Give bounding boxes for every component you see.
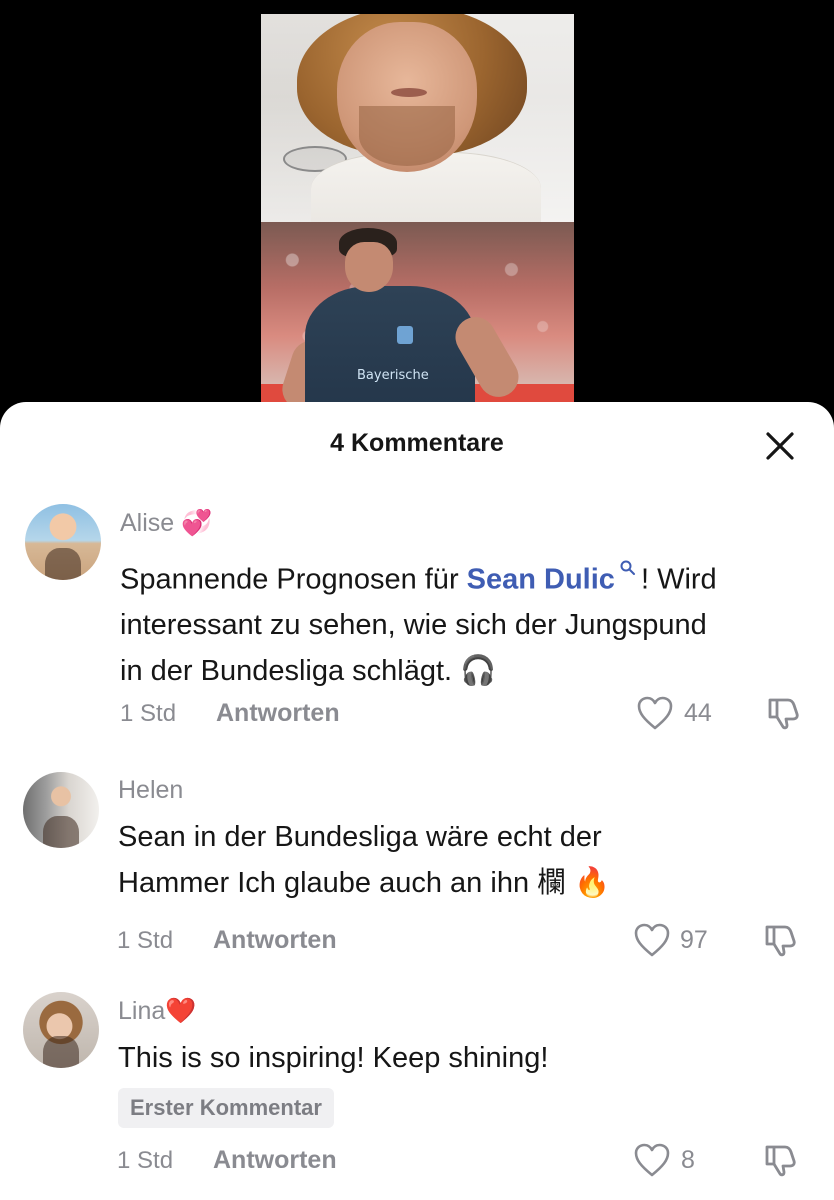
close-button[interactable]	[760, 426, 800, 466]
like-button[interactable]	[636, 695, 674, 731]
comment-username[interactable]: Alise 💞	[120, 508, 212, 538]
comment-text: This is so inspiring! Keep shining!	[118, 1036, 548, 1081]
comment-text-part: Sean in der Bundesliga wäre echt der	[118, 821, 602, 853]
dislike-button[interactable]	[764, 694, 802, 732]
avatar-figure	[43, 816, 79, 848]
player-photo-frame: Bayerische	[261, 222, 574, 412]
comment-text-part: This is so inspiring! Keep shining!	[118, 1042, 549, 1074]
comment-time: 1 Std	[117, 1147, 174, 1174]
video-area[interactable]: Bayerische	[0, 0, 834, 420]
heart-emoji: 💞	[181, 508, 213, 537]
heart-icon	[634, 1143, 670, 1177]
dislike-button[interactable]	[761, 921, 799, 959]
thumbs-down-icon	[765, 925, 796, 957]
comment-text-part: Hammer Ich glaube auch an ihn 欄	[118, 867, 567, 899]
like-count: 97	[680, 926, 708, 954]
thumbs-down-icon	[768, 698, 799, 730]
jersey-sponsor-text: Bayerische	[357, 368, 429, 383]
comments-sheet: 4 Kommentare Alise 💞 Spannende Prognosen…	[0, 402, 834, 1200]
avatar-figure	[43, 1036, 79, 1068]
headphones-emoji: 🎧	[460, 652, 497, 687]
comment-username[interactable]: Lina❤️	[118, 996, 196, 1026]
like-button[interactable]	[633, 1142, 671, 1178]
close-icon	[766, 432, 794, 460]
mention-link[interactable]: Sean Dulic	[467, 564, 615, 596]
avatar-figure	[45, 548, 81, 580]
reply-button[interactable]: Antworten	[216, 699, 340, 728]
search-icon[interactable]	[615, 560, 641, 582]
comment-text-part: ! Wird	[640, 563, 717, 596]
thumbs-down-icon	[765, 1145, 796, 1177]
avatar[interactable]	[23, 772, 99, 848]
creator-webcam-frame	[261, 14, 574, 222]
heart-icon	[637, 696, 673, 730]
club-badge	[397, 326, 413, 344]
heart-icon	[634, 923, 670, 957]
comment-text-part: in der Bundesliga schlägt.	[120, 654, 453, 687]
player-jersey	[305, 286, 475, 412]
username-text: Alise	[120, 509, 175, 537]
comment-text-part: interessant zu sehen, wie sich der Jungs…	[120, 608, 707, 641]
like-count: 8	[681, 1146, 695, 1174]
username-text: Helen	[118, 776, 184, 804]
avatar[interactable]	[23, 992, 99, 1068]
comment-username[interactable]: Helen	[118, 776, 183, 805]
reply-button[interactable]: Antworten	[213, 926, 337, 955]
reply-button[interactable]: Antworten	[213, 1146, 337, 1175]
creator-mouth	[391, 88, 427, 97]
fire-emoji: 🔥	[574, 865, 611, 899]
first-comment-badge: Erster Kommentar	[118, 1088, 334, 1128]
comment-time: 1 Std	[120, 700, 177, 727]
comment-time: 1 Std	[117, 927, 174, 954]
comment-text-part: Spannende Prognosen für	[120, 563, 467, 596]
username-text: Lina	[118, 997, 166, 1025]
creator-beard	[359, 106, 455, 166]
comment-text: Sean in der Bundesliga wäre echt der Ham…	[118, 815, 610, 906]
dislike-button[interactable]	[761, 1141, 799, 1179]
comments-count-title: 4 Kommentare	[330, 429, 504, 457]
avatar[interactable]	[25, 504, 101, 580]
player-face	[345, 242, 393, 292]
comment-text: Spannende Prognosen für Sean Dulic ! Wir…	[120, 550, 717, 694]
like-button[interactable]	[633, 922, 671, 958]
like-count: 44	[684, 699, 712, 727]
red-heart-emoji: ❤️	[165, 996, 197, 1025]
